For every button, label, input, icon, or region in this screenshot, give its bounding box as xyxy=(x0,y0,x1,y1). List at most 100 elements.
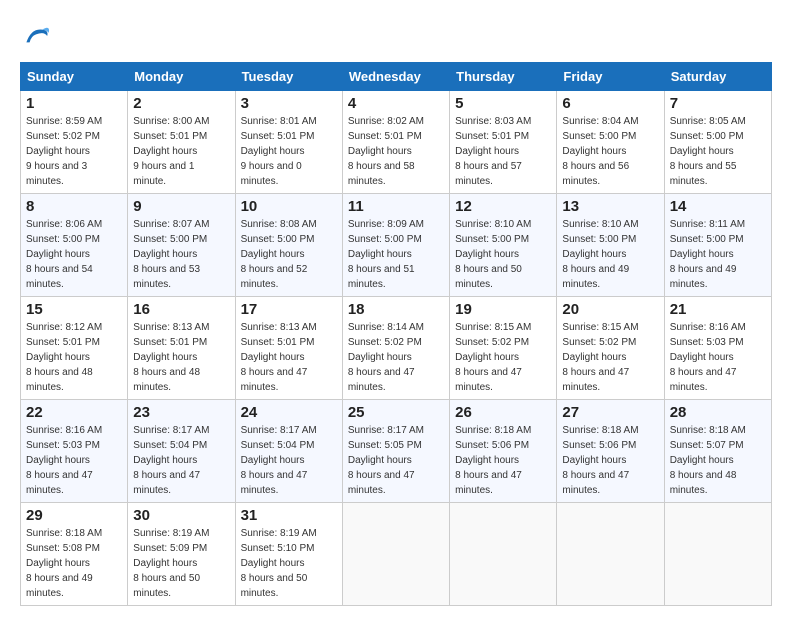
calendar-cell: 27 Sunrise: 8:18 AMSunset: 5:06 PMDaylig… xyxy=(557,400,664,503)
day-info: Sunrise: 8:15 AMSunset: 5:02 PMDaylight … xyxy=(562,322,638,393)
day-info: Sunrise: 8:03 AMSunset: 5:01 PMDaylight … xyxy=(455,116,531,187)
weekday-header-saturday: Saturday xyxy=(664,63,771,91)
calendar-cell: 9 Sunrise: 8:07 AMSunset: 5:00 PMDayligh… xyxy=(128,194,235,297)
calendar-cell: 19 Sunrise: 8:15 AMSunset: 5:02 PMDaylig… xyxy=(450,297,557,400)
calendar-cell: 2 Sunrise: 8:00 AMSunset: 5:01 PMDayligh… xyxy=(128,91,235,194)
calendar-cell: 11 Sunrise: 8:09 AMSunset: 5:00 PMDaylig… xyxy=(342,194,449,297)
weekday-header-tuesday: Tuesday xyxy=(235,63,342,91)
calendar-cell: 23 Sunrise: 8:17 AMSunset: 5:04 PMDaylig… xyxy=(128,400,235,503)
day-info: Sunrise: 8:19 AMSunset: 5:09 PMDaylight … xyxy=(133,528,209,599)
weekday-header-monday: Monday xyxy=(128,63,235,91)
calendar-cell: 26 Sunrise: 8:18 AMSunset: 5:06 PMDaylig… xyxy=(450,400,557,503)
day-info: Sunrise: 8:12 AMSunset: 5:01 PMDaylight … xyxy=(26,322,102,393)
day-info: Sunrise: 8:01 AMSunset: 5:01 PMDaylight … xyxy=(241,116,317,187)
week-row-4: 22 Sunrise: 8:16 AMSunset: 5:03 PMDaylig… xyxy=(21,400,772,503)
calendar-cell: 7 Sunrise: 8:05 AMSunset: 5:00 PMDayligh… xyxy=(664,91,771,194)
day-number: 22 xyxy=(26,404,122,421)
day-info: Sunrise: 8:10 AMSunset: 5:00 PMDaylight … xyxy=(455,219,531,290)
day-number: 5 xyxy=(455,95,551,112)
calendar-cell: 14 Sunrise: 8:11 AMSunset: 5:00 PMDaylig… xyxy=(664,194,771,297)
calendar-cell: 1 Sunrise: 8:59 AMSunset: 5:02 PMDayligh… xyxy=(21,91,128,194)
day-number: 4 xyxy=(348,95,444,112)
calendar-cell: 16 Sunrise: 8:13 AMSunset: 5:01 PMDaylig… xyxy=(128,297,235,400)
day-number: 6 xyxy=(562,95,658,112)
day-number: 14 xyxy=(670,198,766,215)
calendar-cell: 31 Sunrise: 8:19 AMSunset: 5:10 PMDaylig… xyxy=(235,503,342,606)
day-info: Sunrise: 8:13 AMSunset: 5:01 PMDaylight … xyxy=(241,322,317,393)
day-number: 25 xyxy=(348,404,444,421)
week-row-2: 8 Sunrise: 8:06 AMSunset: 5:00 PMDayligh… xyxy=(21,194,772,297)
calendar-cell xyxy=(450,503,557,606)
calendar-cell: 17 Sunrise: 8:13 AMSunset: 5:01 PMDaylig… xyxy=(235,297,342,400)
calendar-cell: 22 Sunrise: 8:16 AMSunset: 5:03 PMDaylig… xyxy=(21,400,128,503)
day-number: 16 xyxy=(133,301,229,318)
day-number: 27 xyxy=(562,404,658,421)
calendar-cell: 20 Sunrise: 8:15 AMSunset: 5:02 PMDaylig… xyxy=(557,297,664,400)
calendar-cell: 30 Sunrise: 8:19 AMSunset: 5:09 PMDaylig… xyxy=(128,503,235,606)
day-info: Sunrise: 8:15 AMSunset: 5:02 PMDaylight … xyxy=(455,322,531,393)
calendar-table: SundayMondayTuesdayWednesdayThursdayFrid… xyxy=(20,62,772,606)
day-info: Sunrise: 8:18 AMSunset: 5:07 PMDaylight … xyxy=(670,425,746,496)
calendar-cell: 8 Sunrise: 8:06 AMSunset: 5:00 PMDayligh… xyxy=(21,194,128,297)
day-number: 2 xyxy=(133,95,229,112)
day-number: 3 xyxy=(241,95,337,112)
day-info: Sunrise: 8:14 AMSunset: 5:02 PMDaylight … xyxy=(348,322,424,393)
day-number: 11 xyxy=(348,198,444,215)
week-row-3: 15 Sunrise: 8:12 AMSunset: 5:01 PMDaylig… xyxy=(21,297,772,400)
calendar-cell: 4 Sunrise: 8:02 AMSunset: 5:01 PMDayligh… xyxy=(342,91,449,194)
day-info: Sunrise: 8:00 AMSunset: 5:01 PMDaylight … xyxy=(133,116,209,187)
day-info: Sunrise: 8:09 AMSunset: 5:00 PMDaylight … xyxy=(348,219,424,290)
day-number: 7 xyxy=(670,95,766,112)
calendar-cell: 10 Sunrise: 8:08 AMSunset: 5:00 PMDaylig… xyxy=(235,194,342,297)
week-row-1: 1 Sunrise: 8:59 AMSunset: 5:02 PMDayligh… xyxy=(21,91,772,194)
page-header xyxy=(20,20,772,52)
day-number: 20 xyxy=(562,301,658,318)
weekday-header-friday: Friday xyxy=(557,63,664,91)
calendar-cell: 15 Sunrise: 8:12 AMSunset: 5:01 PMDaylig… xyxy=(21,297,128,400)
day-number: 28 xyxy=(670,404,766,421)
day-info: Sunrise: 8:05 AMSunset: 5:00 PMDaylight … xyxy=(670,116,746,187)
day-number: 23 xyxy=(133,404,229,421)
calendar-cell: 3 Sunrise: 8:01 AMSunset: 5:01 PMDayligh… xyxy=(235,91,342,194)
day-number: 18 xyxy=(348,301,444,318)
day-info: Sunrise: 8:18 AMSunset: 5:08 PMDaylight … xyxy=(26,528,102,599)
day-number: 12 xyxy=(455,198,551,215)
day-number: 26 xyxy=(455,404,551,421)
calendar-cell: 29 Sunrise: 8:18 AMSunset: 5:08 PMDaylig… xyxy=(21,503,128,606)
calendar-cell: 28 Sunrise: 8:18 AMSunset: 5:07 PMDaylig… xyxy=(664,400,771,503)
calendar-cell: 6 Sunrise: 8:04 AMSunset: 5:00 PMDayligh… xyxy=(557,91,664,194)
calendar-cell: 5 Sunrise: 8:03 AMSunset: 5:01 PMDayligh… xyxy=(450,91,557,194)
calendar-cell: 18 Sunrise: 8:14 AMSunset: 5:02 PMDaylig… xyxy=(342,297,449,400)
day-number: 15 xyxy=(26,301,122,318)
day-number: 31 xyxy=(241,507,337,524)
weekday-header-sunday: Sunday xyxy=(21,63,128,91)
week-row-5: 29 Sunrise: 8:18 AMSunset: 5:08 PMDaylig… xyxy=(21,503,772,606)
day-info: Sunrise: 8:02 AMSunset: 5:01 PMDaylight … xyxy=(348,116,424,187)
calendar-cell: 21 Sunrise: 8:16 AMSunset: 5:03 PMDaylig… xyxy=(664,297,771,400)
day-number: 21 xyxy=(670,301,766,318)
calendar-cell xyxy=(664,503,771,606)
day-info: Sunrise: 8:11 AMSunset: 5:00 PMDaylight … xyxy=(670,219,745,290)
day-info: Sunrise: 8:10 AMSunset: 5:00 PMDaylight … xyxy=(562,219,638,290)
day-info: Sunrise: 8:06 AMSunset: 5:00 PMDaylight … xyxy=(26,219,102,290)
day-number: 17 xyxy=(241,301,337,318)
day-info: Sunrise: 8:16 AMSunset: 5:03 PMDaylight … xyxy=(26,425,102,496)
day-number: 30 xyxy=(133,507,229,524)
day-info: Sunrise: 8:18 AMSunset: 5:06 PMDaylight … xyxy=(455,425,531,496)
day-info: Sunrise: 8:17 AMSunset: 5:04 PMDaylight … xyxy=(133,425,209,496)
day-number: 24 xyxy=(241,404,337,421)
day-info: Sunrise: 8:16 AMSunset: 5:03 PMDaylight … xyxy=(670,322,746,393)
day-number: 9 xyxy=(133,198,229,215)
calendar-cell: 25 Sunrise: 8:17 AMSunset: 5:05 PMDaylig… xyxy=(342,400,449,503)
calendar-cell: 13 Sunrise: 8:10 AMSunset: 5:00 PMDaylig… xyxy=(557,194,664,297)
day-number: 8 xyxy=(26,198,122,215)
day-info: Sunrise: 8:07 AMSunset: 5:00 PMDaylight … xyxy=(133,219,209,290)
weekday-header-thursday: Thursday xyxy=(450,63,557,91)
day-number: 10 xyxy=(241,198,337,215)
logo-icon xyxy=(20,20,52,52)
day-number: 19 xyxy=(455,301,551,318)
day-info: Sunrise: 8:17 AMSunset: 5:04 PMDaylight … xyxy=(241,425,317,496)
day-number: 13 xyxy=(562,198,658,215)
weekday-header-wednesday: Wednesday xyxy=(342,63,449,91)
day-info: Sunrise: 8:17 AMSunset: 5:05 PMDaylight … xyxy=(348,425,424,496)
